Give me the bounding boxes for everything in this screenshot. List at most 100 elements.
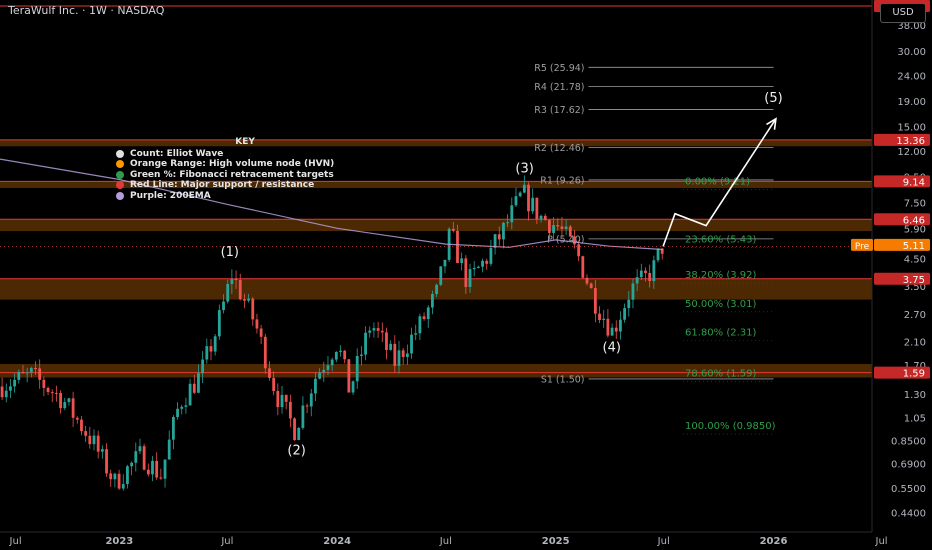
candle-body — [560, 226, 564, 229]
candle-body — [351, 381, 355, 393]
fib-label: 38.20% (3.92) — [685, 270, 756, 281]
fib-label: 61.80% (2.31) — [685, 328, 756, 339]
premarket-badge: Pre — [855, 242, 870, 252]
legend-label: Green %: Fibonacci retracement targets — [130, 169, 334, 180]
y-tick-label: 1.05 — [904, 413, 926, 424]
candle-body — [619, 319, 622, 332]
candle-body — [439, 266, 443, 285]
candle-body — [510, 205, 514, 223]
candle-body — [506, 222, 510, 224]
legend-item: Count: Elliot Wave — [116, 149, 334, 160]
candle-body — [226, 284, 230, 302]
candle-body — [213, 336, 217, 352]
candle-body — [167, 439, 171, 460]
candle-body — [184, 405, 188, 407]
candle-body — [380, 330, 384, 333]
candle-body — [489, 247, 493, 264]
resistance-tag: 13.36 — [896, 136, 925, 147]
candle-body — [96, 435, 100, 452]
candle-body — [564, 226, 568, 229]
candle-body — [652, 260, 656, 282]
symbol-title[interactable]: TeraWulf Inc. · 1W · NASDAQ — [8, 4, 164, 17]
x-tick-label: Jul — [657, 536, 670, 547]
candle-body — [201, 359, 205, 374]
candle-body — [577, 244, 581, 257]
candle-body — [552, 225, 555, 233]
x-tick-label: Jul — [875, 536, 888, 547]
candle-body — [339, 350, 342, 352]
candle-body — [247, 298, 250, 301]
pivot-label: S1 (1.50) — [541, 374, 585, 385]
candle-body — [171, 417, 175, 440]
legend-dot-icon — [116, 149, 124, 158]
candle-body — [205, 346, 209, 360]
candle-body — [75, 417, 79, 420]
candle-body — [405, 353, 409, 358]
candle-body — [126, 466, 129, 485]
candle-body — [522, 184, 526, 193]
candle-body — [418, 316, 422, 334]
candle-body — [138, 446, 142, 452]
candle-body — [38, 368, 42, 380]
candle-body — [50, 392, 54, 394]
candle-body — [151, 460, 154, 475]
candle-body — [656, 248, 660, 261]
legend-item: Orange Range: High volume node (HVN) — [116, 159, 334, 170]
candle-body — [259, 328, 263, 337]
legend-label: Red Line: Major support / resistance — [130, 180, 315, 190]
candle-body — [117, 473, 121, 489]
candle-body — [46, 387, 50, 393]
x-axis-panel — [0, 532, 932, 550]
candle-body — [623, 308, 627, 320]
candle-body — [347, 359, 351, 393]
candle-body — [456, 230, 459, 263]
candle-body — [29, 367, 33, 373]
wave-label: (5) — [764, 91, 782, 106]
premarket-tag: 5.11 — [903, 241, 925, 252]
candle-body — [481, 260, 484, 267]
price-chart[interactable]: R5 (25.94) R4 (21.78) R3 (17.62) R2 (12.46)… — [0, 0, 932, 550]
candle-body — [410, 334, 413, 354]
currency-button[interactable]: USD — [880, 3, 926, 23]
candle-body — [105, 449, 108, 474]
candle-body — [243, 299, 246, 301]
candle-body — [272, 377, 276, 392]
candle-body — [581, 256, 585, 278]
candle-body — [121, 484, 125, 489]
y-tick-label: 4.50 — [904, 254, 926, 265]
candle-body — [188, 383, 192, 406]
candle-body — [284, 394, 288, 402]
candle-body — [9, 386, 12, 391]
y-tick-label: 15.00 — [897, 123, 926, 134]
y-tick-label: 7.50 — [904, 198, 926, 209]
candle-body — [343, 350, 347, 360]
candle-body — [84, 431, 88, 436]
resistance-tag: 3.75 — [903, 275, 925, 286]
candle-body — [422, 316, 426, 320]
candle-body — [322, 369, 326, 373]
candle-body — [493, 234, 497, 248]
candle-body — [556, 225, 560, 227]
candle-body — [585, 277, 589, 284]
x-tick-label: 2025 — [542, 536, 570, 547]
candle-body — [80, 419, 83, 432]
candle-body — [464, 258, 468, 287]
candle-body — [63, 402, 67, 409]
candle-body — [593, 288, 597, 314]
pivot-label: R5 (25.94) — [534, 63, 584, 74]
candle-body — [71, 398, 75, 418]
y-tick-label: 1.30 — [904, 390, 926, 401]
candle-body — [359, 354, 363, 356]
candle-body — [573, 236, 576, 245]
candle-body — [393, 343, 397, 366]
candle-body — [468, 269, 472, 287]
candle-body — [146, 469, 150, 475]
candle-body — [180, 406, 184, 409]
candle-body — [610, 327, 614, 336]
candle-body — [234, 279, 238, 281]
candle-body — [326, 365, 330, 370]
legend-title: KEY — [235, 137, 255, 147]
candle-body — [431, 293, 434, 308]
candle-body — [4, 390, 8, 398]
candle-body — [222, 301, 225, 311]
